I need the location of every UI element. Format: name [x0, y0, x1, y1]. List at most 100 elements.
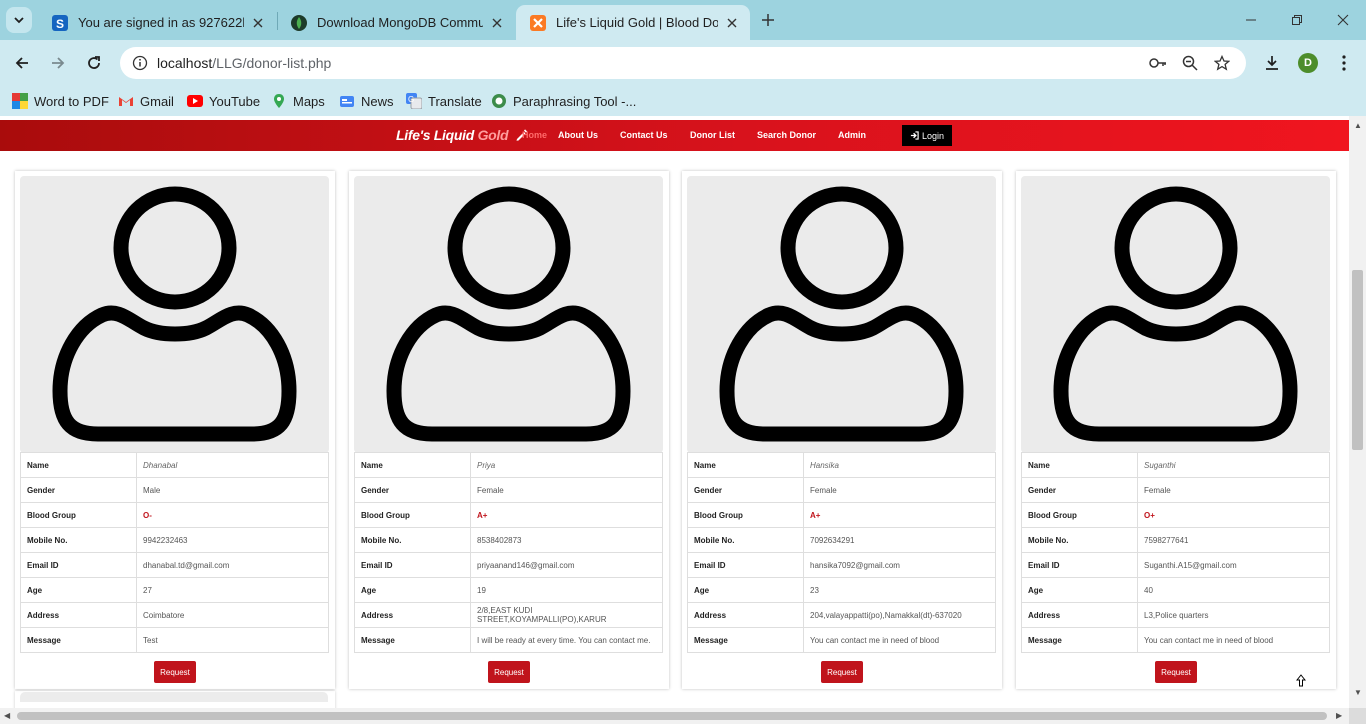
field-label: Blood Group: [354, 502, 471, 528]
browser-menu-button[interactable]: [1330, 49, 1358, 77]
minimize-button[interactable]: [1236, 8, 1266, 32]
bookmark-label: News: [361, 93, 394, 109]
horizontal-scrollbar[interactable]: ◀ ▶: [0, 708, 1349, 724]
close-icon[interactable]: [489, 15, 505, 31]
paraphrasing-tool-icon: [491, 93, 507, 109]
table-row: Blood Group A+: [687, 502, 996, 528]
donor-card: Name Dhanabal Gender Male Blood Group O- Mobil…: [15, 171, 335, 689]
tab-signed-in[interactable]: S You are signed in as 927622bcs: [38, 5, 276, 40]
donor-blood: O+: [1137, 502, 1330, 528]
nav-admin[interactable]: Admin: [838, 130, 866, 140]
info-icon[interactable]: [128, 51, 152, 75]
bookmark-translate[interactable]: G Translate: [406, 92, 482, 110]
bookmark-word-to-pdf[interactable]: Word to PDF: [12, 92, 109, 110]
zoom-icon[interactable]: [1178, 51, 1202, 75]
login-button[interactable]: Login: [902, 125, 952, 146]
forward-button[interactable]: [44, 49, 72, 77]
vertical-scrollbar[interactable]: ▲ ▼: [1349, 116, 1366, 708]
close-icon[interactable]: [724, 15, 740, 31]
donor-email: priyaanand146@gmail.com: [470, 552, 663, 578]
table-row: Mobile No. 7092634291: [687, 527, 996, 553]
tab-title: Download MongoDB Communi: [317, 15, 483, 30]
field-label: Name: [20, 452, 137, 478]
donor-gender: Female: [803, 477, 996, 503]
mouse-cursor-icon: [1296, 674, 1306, 687]
sign-in-icon: [910, 131, 919, 140]
table-row: Message Test: [20, 627, 329, 653]
bookmark-youtube[interactable]: YouTube: [187, 92, 260, 110]
donor-details-table: Name Dhanabal Gender Male Blood Group O- Mobil…: [20, 452, 329, 653]
scroll-down-arrow-icon[interactable]: ▼: [1354, 688, 1362, 697]
address-bar[interactable]: localhost/LLG/donor-list.php: [120, 47, 1246, 79]
donor-age: 27: [136, 577, 329, 603]
donor-mobile: 8538402873: [470, 527, 663, 553]
donor-message: You can contact me in need of blood: [803, 627, 996, 653]
window-close-button[interactable]: [1328, 8, 1358, 32]
table-row: Blood Group O-: [20, 502, 329, 528]
tab-lifes-liquid-gold[interactable]: Life's Liquid Gold | Blood Donor: [516, 5, 750, 40]
tab-search-button[interactable]: [6, 7, 32, 33]
vertical-scroll-thumb[interactable]: [1352, 270, 1363, 450]
bookmark-paraphrasing-tool[interactable]: Paraphrasing Tool -...: [491, 92, 636, 110]
table-row: Address 204,valayappatti(po),Namakkal(dt)…: [687, 602, 996, 628]
bookmark-label: Word to PDF: [34, 93, 109, 109]
field-label: Message: [1021, 627, 1138, 653]
restore-button[interactable]: [1282, 8, 1312, 32]
request-button[interactable]: Request: [821, 661, 863, 683]
field-label: Age: [1021, 577, 1138, 603]
nav-contact-us[interactable]: Contact Us: [620, 130, 668, 140]
bookmark-label: Maps: [293, 93, 325, 109]
scroll-up-arrow-icon[interactable]: ▲: [1354, 121, 1362, 130]
table-row: Message You can contact me in need of blo…: [687, 627, 996, 653]
donor-name: Suganthi: [1137, 452, 1330, 478]
nav-about-us[interactable]: About Us: [558, 130, 598, 140]
donor-email: hansika7092@gmail.com: [803, 552, 996, 578]
translate-icon: G: [406, 93, 422, 109]
downloads-button[interactable]: [1258, 49, 1286, 77]
nav-home[interactable]: Home: [522, 130, 547, 140]
profile-avatar[interactable]: D: [1298, 53, 1318, 73]
request-button[interactable]: Request: [154, 661, 196, 683]
donor-name: Priya: [470, 452, 663, 478]
next-card-photo-edge: [20, 692, 328, 702]
request-button[interactable]: Request: [488, 661, 530, 683]
gmail-icon: [118, 93, 134, 109]
minimize-icon: [1246, 19, 1256, 21]
tab-mongodb[interactable]: Download MongoDB Communi: [277, 5, 515, 40]
bookmark-label: YouTube: [209, 93, 261, 109]
field-label: Blood Group: [687, 502, 804, 528]
url-text[interactable]: localhost/LLG/donor-list.php: [157, 55, 331, 71]
bookmark-gmail[interactable]: Gmail: [118, 92, 174, 110]
donor-photo: [20, 176, 329, 453]
site-brand[interactable]: Life's Liquid Gold: [396, 127, 527, 143]
nav-donor-list[interactable]: Donor List: [690, 130, 735, 140]
horizontal-scroll-thumb[interactable]: [17, 712, 1327, 720]
brand-main: Life's Liquid: [396, 127, 478, 143]
bookmark-maps[interactable]: Maps: [271, 92, 325, 110]
field-label: Mobile No.: [354, 527, 471, 553]
table-row: Age 23: [687, 577, 996, 603]
plus-icon: [762, 14, 774, 26]
field-label: Blood Group: [1021, 502, 1138, 528]
back-button[interactable]: [8, 49, 36, 77]
close-icon: [1337, 14, 1349, 26]
table-row: Blood Group A+: [354, 502, 663, 528]
scroll-right-arrow-icon[interactable]: ▶: [1336, 711, 1342, 720]
bookmark-news[interactable]: News: [339, 92, 394, 110]
key-icon[interactable]: [1146, 51, 1170, 75]
chevron-down-icon: [14, 17, 24, 24]
close-icon[interactable]: [250, 15, 266, 31]
table-row: Name Dhanabal: [20, 452, 329, 478]
nav-search-donor[interactable]: Search Donor: [757, 130, 816, 140]
donor-details-table: Name Priya Gender Female Blood Group A+ Mobile…: [354, 452, 663, 653]
tab-title: You are signed in as 927622bcs: [78, 15, 244, 30]
bookmark-star-icon[interactable]: [1210, 51, 1234, 75]
donor-mobile: 7092634291: [803, 527, 996, 553]
scroll-left-arrow-icon[interactable]: ◀: [4, 711, 10, 720]
request-button[interactable]: Request: [1155, 661, 1197, 683]
reload-button[interactable]: [80, 49, 108, 77]
new-tab-button[interactable]: [758, 10, 778, 30]
table-row: Gender Female: [687, 477, 996, 503]
donor-message: Test: [136, 627, 329, 653]
news-icon: [339, 93, 355, 109]
